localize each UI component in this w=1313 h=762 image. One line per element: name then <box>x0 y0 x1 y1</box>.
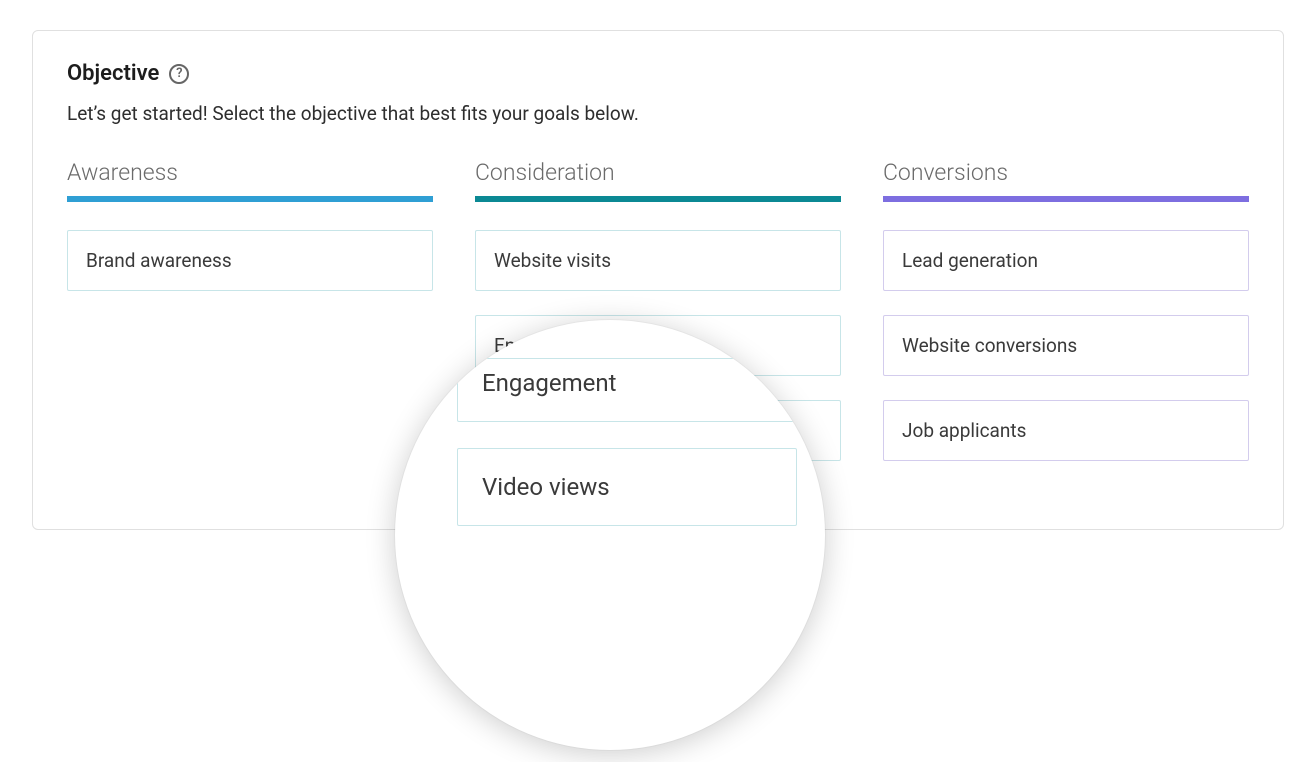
option-lead-generation[interactable]: Lead generation <box>883 230 1249 291</box>
column-divider-conversions <box>883 196 1249 202</box>
option-job-applicants[interactable]: Job applicants <box>883 400 1249 461</box>
column-divider-consideration <box>475 196 841 202</box>
option-website-conversions[interactable]: Website conversions <box>883 315 1249 376</box>
panel-header: Objective ? <box>67 61 1249 86</box>
column-divider-awareness <box>67 196 433 202</box>
column-awareness: Awareness Brand awareness <box>67 159 433 485</box>
objective-columns: Awareness Brand awareness Consideration … <box>67 159 1249 485</box>
panel-title: Objective <box>67 61 159 86</box>
help-icon[interactable]: ? <box>169 64 189 84</box>
column-header-conversions: Conversions <box>883 159 1249 196</box>
panel-subtitle: Let’s get started! Select the objective … <box>67 102 1249 125</box>
column-header-consideration: Consideration <box>475 159 841 196</box>
option-website-visits[interactable]: Website visits <box>475 230 841 291</box>
column-consideration: Consideration Website visits Engagement … <box>475 159 841 485</box>
column-conversions: Conversions Lead generation Website conv… <box>883 159 1249 485</box>
objective-panel: Objective ? Let’s get started! Select th… <box>32 30 1284 530</box>
option-engagement[interactable]: Engagement <box>475 315 841 376</box>
option-brand-awareness[interactable]: Brand awareness <box>67 230 433 291</box>
option-video-views[interactable]: Video views <box>475 400 841 461</box>
column-header-awareness: Awareness <box>67 159 433 196</box>
